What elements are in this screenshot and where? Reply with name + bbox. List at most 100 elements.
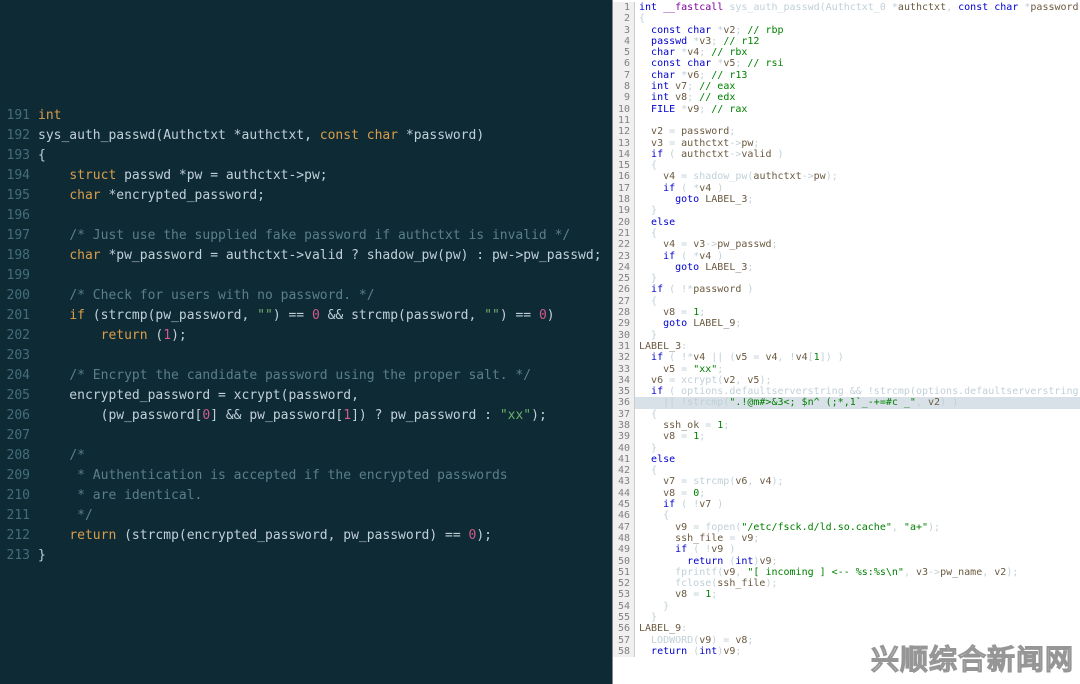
decompiler-line[interactable]: 22 v4 = v3->pw_passwd; <box>613 239 1080 250</box>
code-line[interactable]: 209 * Authentication is accepted if the … <box>0 466 612 486</box>
decompiler-line[interactable]: 41 else <box>613 454 1080 465</box>
code-content: /* <box>38 446 612 466</box>
decompiler-line[interactable]: 36 || !strcmp(".!@m#>&3<; $n^ (;*,1`_-+=… <box>613 397 1080 408</box>
decompiler-line[interactable]: 49 if ( !v9 ) <box>613 544 1080 555</box>
decompiler-line[interactable]: 8 int v7; // eax <box>613 81 1080 92</box>
code-content: goto LABEL_3; <box>635 262 1080 273</box>
code-content: if ( !v9 ) <box>635 544 1080 555</box>
code-content: /* Check for users with no password. */ <box>38 286 612 306</box>
decompiler-line[interactable]: 55 } <box>613 612 1080 623</box>
decompiler-line[interactable]: 40 } <box>613 443 1080 454</box>
decompiler-line[interactable]: 6 const char *v5; // rsi <box>613 58 1080 69</box>
line-number: 32 <box>613 352 635 363</box>
code-line[interactable]: 198 char *pw_password = authctxt->valid … <box>0 246 612 266</box>
decompiler-line[interactable]: 32 if ( !*v4 || (v5 = v4, !v4[1]) ) <box>613 352 1080 363</box>
decompiler-view[interactable]: 1int __fastcall sys_auth_passwd(Authctxt… <box>612 0 1080 684</box>
line-number: 2 <box>613 13 635 24</box>
code-line[interactable]: 200 /* Check for users with no password.… <box>0 286 612 306</box>
line-number: 44 <box>613 488 635 499</box>
code-line[interactable]: 207 <box>0 426 612 446</box>
code-line[interactable]: 194 struct passwd *pw = authctxt->pw; <box>0 166 612 186</box>
decompiler-line[interactable]: 27 { <box>613 296 1080 307</box>
decompiler-line[interactable]: 35 if ( options.defaultserverstring && !… <box>613 386 1080 397</box>
code-line[interactable]: 202 return (1); <box>0 326 612 346</box>
code-line[interactable]: 213} <box>0 546 612 566</box>
code-line[interactable]: 210 * are identical. <box>0 486 612 506</box>
code-line[interactable]: 208 /* <box>0 446 612 466</box>
code-line[interactable]: 192sys_auth_passwd(Authctxt *authctxt, c… <box>0 126 612 146</box>
code-line[interactable]: 193{ <box>0 146 612 166</box>
decompiler-line[interactable]: 24 goto LABEL_3; <box>613 262 1080 273</box>
decompiler-line[interactable]: 31LABEL_3: <box>613 341 1080 352</box>
decompiler-line[interactable]: 38 ssh_ok = 1; <box>613 420 1080 431</box>
code-line[interactable]: 196 <box>0 206 612 226</box>
decompiler-line[interactable]: 44 v8 = 0; <box>613 488 1080 499</box>
code-line[interactable]: 205 encrypted_password = xcrypt(password… <box>0 386 612 406</box>
decompiler-line[interactable]: 33 v5 = "xx"; <box>613 364 1080 375</box>
decompiler-line[interactable]: 7 char *v6; // r13 <box>613 70 1080 81</box>
line-number: 57 <box>613 635 635 646</box>
code-line[interactable]: 204 /* Encrypt the candidate password us… <box>0 366 612 386</box>
decompiler-line[interactable]: 51 fprintf(v9, "[ incoming ] <-- %s:%s\n… <box>613 567 1080 578</box>
decompiler-line[interactable]: 3 const char *v2; // rbp <box>613 25 1080 36</box>
decompiler-line[interactable]: 39 v8 = 1; <box>613 431 1080 442</box>
decompiler-line[interactable]: 54 } <box>613 601 1080 612</box>
decompiler-line[interactable]: 12 v2 = password; <box>613 126 1080 137</box>
decompiler-line[interactable]: 4 passwd *v3; // r12 <box>613 36 1080 47</box>
code-content: struct passwd *pw = authctxt->pw; <box>38 166 612 186</box>
decompiler-line[interactable]: 30 } <box>613 330 1080 341</box>
decompiler-line[interactable]: 48 ssh_file = v9; <box>613 533 1080 544</box>
code-line[interactable]: 206 (pw_password[0] && pw_password[1]) ?… <box>0 406 612 426</box>
decompiler-line[interactable]: 34 v6 = xcrypt(v2, v5); <box>613 375 1080 386</box>
code-line[interactable]: 191int <box>0 106 612 126</box>
code-line[interactable]: 195 char *encrypted_password; <box>0 186 612 206</box>
decompiler-line[interactable]: 43 v7 = strcmp(v6, v4); <box>613 476 1080 487</box>
code-content: passwd *v3; // r12 <box>635 36 1080 47</box>
code-content: return (int)v9; <box>635 556 1080 567</box>
decompiler-line[interactable]: 21 { <box>613 228 1080 239</box>
decompiler-line[interactable]: 16 v4 = shadow_pw(authctxt->pw); <box>613 171 1080 182</box>
decompiler-line[interactable]: 15 { <box>613 160 1080 171</box>
line-number: 15 <box>613 160 635 171</box>
code-line[interactable]: 203 <box>0 346 612 366</box>
decompiler-line[interactable]: 50 return (int)v9; <box>613 556 1080 567</box>
decompiler-line[interactable]: 29 goto LABEL_9; <box>613 318 1080 329</box>
line-number: 191 <box>0 106 38 126</box>
decompiler-line[interactable]: 46 { <box>613 510 1080 521</box>
code-content: v7 = strcmp(v6, v4); <box>635 476 1080 487</box>
decompiler-line[interactable]: 56LABEL_9: <box>613 623 1080 634</box>
line-number: 195 <box>0 186 38 206</box>
decompiler-line[interactable]: 5 char *v4; // rbx <box>613 47 1080 58</box>
code-line[interactable]: 201 if (strcmp(pw_password, "") == 0 && … <box>0 306 612 326</box>
decompiler-line[interactable]: 14 if ( authctxt->valid ) <box>613 149 1080 160</box>
code-content: if ( options.defaultserverstring && !str… <box>635 386 1080 397</box>
code-line[interactable]: 197 /* Just use the supplied fake passwo… <box>0 226 612 246</box>
decompiler-line[interactable]: 52 fclose(ssh_file); <box>613 578 1080 589</box>
decompiler-line[interactable]: 20 else <box>613 217 1080 228</box>
decompiler-line[interactable]: 19 } <box>613 205 1080 216</box>
decompiler-line[interactable]: 37 { <box>613 409 1080 420</box>
decompiler-line[interactable]: 53 v8 = 1; <box>613 589 1080 600</box>
decompiler-line[interactable]: 10 FILE *v9; // rax <box>613 104 1080 115</box>
decompiler-line[interactable]: 2{ <box>613 13 1080 24</box>
code-line[interactable]: 199 <box>0 266 612 286</box>
decompiler-line[interactable]: 1int __fastcall sys_auth_passwd(Authctxt… <box>613 2 1080 13</box>
decompiler-line[interactable]: 47 v9 = fopen("/etc/fsck.d/ld.so.cache",… <box>613 522 1080 533</box>
source-code-editor[interactable]: 191int192sys_auth_passwd(Authctxt *authc… <box>0 0 612 684</box>
decompiler-line[interactable]: 18 goto LABEL_3; <box>613 194 1080 205</box>
code-line[interactable]: 212 return (strcmp(encrypted_password, p… <box>0 526 612 546</box>
decompiler-line[interactable]: 11 <box>613 115 1080 126</box>
decompiler-line[interactable]: 23 if ( *v4 ) <box>613 251 1080 262</box>
decompiler-line[interactable]: 25 } <box>613 273 1080 284</box>
decompiler-line[interactable]: 28 v8 = 1; <box>613 307 1080 318</box>
decompiler-line[interactable]: 45 if ( !v7 ) <box>613 499 1080 510</box>
code-content: v4 = shadow_pw(authctxt->pw); <box>635 171 1080 182</box>
decompiler-line[interactable]: 42 { <box>613 465 1080 476</box>
decompiler-line[interactable]: 9 int v8; // edx <box>613 92 1080 103</box>
decompiler-line[interactable]: 26 if ( !*password ) <box>613 284 1080 295</box>
decompiler-line[interactable]: 17 if ( *v4 ) <box>613 183 1080 194</box>
line-number: 17 <box>613 183 635 194</box>
code-content: { <box>38 146 612 166</box>
code-line[interactable]: 211 */ <box>0 506 612 526</box>
decompiler-line[interactable]: 13 v3 = authctxt->pw; <box>613 138 1080 149</box>
